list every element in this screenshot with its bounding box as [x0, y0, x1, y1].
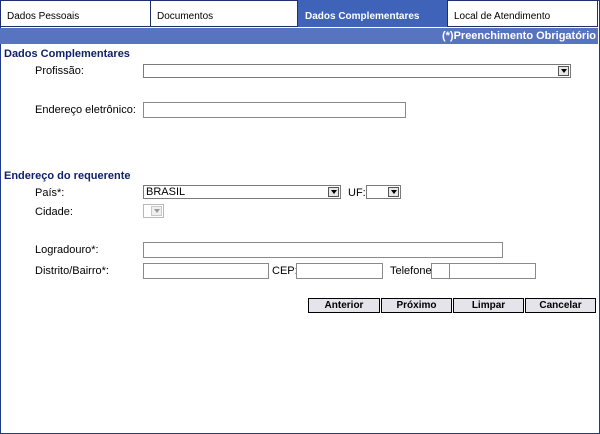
email-label: Endereço eletrônico: [35, 104, 136, 116]
cancelar-button[interactable]: Cancelar [525, 298, 596, 313]
chevron-down-icon [388, 187, 399, 197]
proximo-button[interactable]: Próximo [381, 298, 452, 313]
telefone-label: Telefone: [390, 265, 435, 277]
telefone-input[interactable] [449, 263, 536, 279]
bairro-label: Distrito/Bairro*: [35, 265, 109, 277]
chevron-down-icon [328, 187, 339, 197]
cep-input[interactable] [296, 263, 383, 279]
logradouro-label: Logradouro*: [35, 244, 99, 256]
tab-dados-pessoais[interactable]: Dados Pessoais [0, 0, 151, 27]
ddd-input[interactable] [431, 263, 450, 279]
uf-label: UF: [348, 187, 366, 199]
profissao-label: Profissão: [35, 65, 84, 77]
anterior-button[interactable]: Anterior [308, 298, 380, 313]
limpar-button[interactable]: Limpar [453, 298, 524, 313]
pais-select[interactable]: BRASIL [143, 185, 341, 199]
section-title-complementares: Dados Complementares [4, 48, 130, 60]
tab-bar: Dados Pessoais Documentos Dados Compleme… [0, 0, 598, 28]
chevron-down-icon [151, 206, 162, 216]
email-input[interactable] [143, 102, 406, 118]
section-title-endereco: Endereço do requerente [4, 170, 131, 182]
profissao-select[interactable] [143, 64, 571, 78]
pais-label: País*: [35, 187, 65, 199]
logradouro-input[interactable] [143, 242, 503, 258]
uf-select[interactable] [366, 185, 401, 199]
cep-label: CEP: [272, 265, 298, 277]
tab-documentos[interactable]: Documentos [150, 0, 298, 27]
chevron-down-icon [558, 66, 569, 76]
cidade-select[interactable] [143, 204, 164, 218]
bairro-input[interactable] [143, 263, 269, 279]
required-note: (*)Preenchimento Obrigatório [441, 30, 596, 42]
tab-dados-complementares[interactable]: Dados Complementares [298, 0, 447, 27]
tab-local-de-atendimento[interactable]: Local de Atendimento [447, 0, 598, 27]
cidade-label: Cidade: [35, 206, 73, 218]
pais-value: BRASIL [146, 186, 186, 198]
